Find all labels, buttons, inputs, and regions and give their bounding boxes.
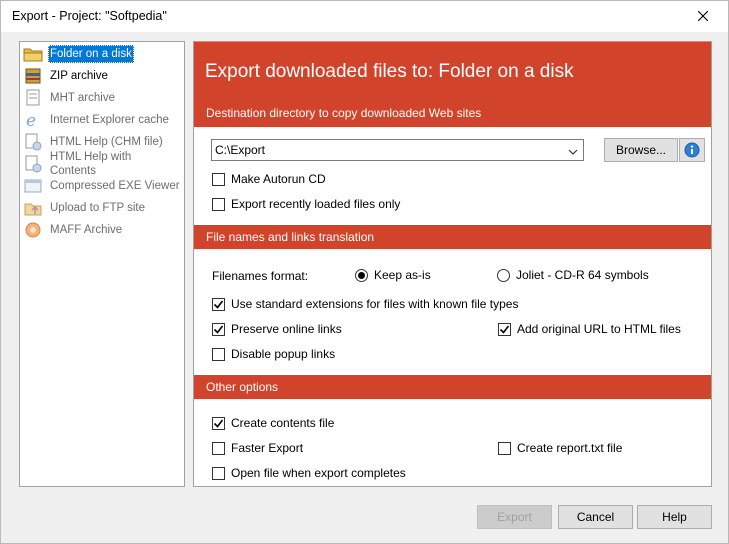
checkmark-icon <box>499 325 510 334</box>
html-help-icon <box>22 132 44 152</box>
add-url-label: Add original URL to HTML files <box>517 322 681 336</box>
checkbox-box <box>212 466 225 480</box>
other-options-section-band: Other options <box>194 375 711 399</box>
checkbox-box <box>212 322 225 336</box>
nav-item-zip-archive[interactable]: ZIP archive <box>22 66 182 86</box>
nav-item-ftp-upload[interactable]: Upload to FTP site <box>22 198 182 218</box>
nav-item-label: MHT archive <box>50 92 115 104</box>
html-help-contents-icon <box>22 154 44 174</box>
add-url-checkbox[interactable]: Add original URL to HTML files <box>498 322 681 336</box>
checkmark-icon <box>213 300 224 309</box>
nav-item-label: Compressed EXE Viewer <box>50 180 180 192</box>
nav-item-maff-archive[interactable]: MAFF Archive <box>22 220 182 240</box>
close-button[interactable] <box>681 4 725 28</box>
destination-path-value: C:\Export <box>215 143 266 157</box>
create-contents-label: Create contents file <box>231 416 335 430</box>
chevron-down-icon <box>568 145 578 159</box>
checkbox-box <box>212 297 225 311</box>
nav-item-folder-on-disk[interactable]: Folder on a disk <box>22 44 182 64</box>
nav-item-compressed-exe[interactable]: Compressed EXE Viewer <box>22 176 182 196</box>
nav-item-label: Folder on a disk <box>48 45 134 63</box>
standard-extensions-label: Use standard extensions for files with k… <box>231 297 519 311</box>
joliet-label: Joliet - CD-R 64 symbols <box>516 268 649 282</box>
other-options-section-label: Other options <box>206 380 279 394</box>
export-recent-checkbox[interactable]: Export recently loaded files only <box>212 197 400 211</box>
export-type-list: Folder on a disk ZIP archive MHT archive… <box>19 41 185 487</box>
create-report-label: Create report.txt file <box>517 441 623 455</box>
preserve-links-checkbox[interactable]: Preserve online links <box>212 322 342 336</box>
export-options-panel: Export downloaded files to: Folder on a … <box>193 41 712 487</box>
browse-button[interactable]: Browse... <box>604 138 678 162</box>
make-autorun-checkbox[interactable]: Make Autorun CD <box>212 172 326 186</box>
export-button[interactable]: Export <box>477 505 552 529</box>
close-icon <box>698 11 708 21</box>
create-contents-checkbox[interactable]: Create contents file <box>212 416 334 430</box>
checkmark-icon <box>213 325 224 334</box>
info-icon <box>684 142 700 158</box>
maff-archive-icon <box>22 220 44 240</box>
folder-icon <box>22 44 44 64</box>
nav-item-html-help-contents[interactable]: HTML Help with Contents <box>22 151 182 177</box>
page-title: Export downloaded files to: Folder on a … <box>205 61 574 82</box>
export-dialog: Export - Project: "Softpedia" Folder on … <box>0 0 729 544</box>
checkmark-icon <box>213 419 224 428</box>
svg-text:e: e <box>26 111 36 129</box>
keep-as-is-radio[interactable]: Keep as-is <box>355 268 431 282</box>
nav-item-mht-archive[interactable]: MHT archive <box>22 88 182 108</box>
nav-item-label: MAFF Archive <box>50 224 123 236</box>
joliet-radio[interactable]: Joliet - CD-R 64 symbols <box>497 268 649 282</box>
nav-item-ie-cache[interactable]: e Internet Explorer cache <box>22 110 182 130</box>
faster-export-label: Faster Export <box>231 441 304 455</box>
help-button[interactable]: Help <box>637 505 712 529</box>
checkbox-box <box>212 441 225 455</box>
filenames-section-band: File names and links translation <box>194 225 711 249</box>
checkbox-box <box>498 322 511 336</box>
keep-as-is-label: Keep as-is <box>374 268 431 282</box>
open-file-label: Open file when export completes <box>231 466 406 480</box>
cancel-button[interactable]: Cancel <box>558 505 633 529</box>
filenames-section-label: File names and links translation <box>206 230 375 244</box>
internet-explorer-icon: e <box>22 110 44 130</box>
destination-path-combo[interactable]: C:\Export <box>211 139 584 161</box>
radio-circle <box>497 268 510 282</box>
disable-popup-checkbox[interactable]: Disable popup links <box>212 347 335 361</box>
checkbox-box <box>498 441 511 455</box>
open-file-checkbox[interactable]: Open file when export completes <box>212 466 406 480</box>
checkbox-box <box>212 197 225 211</box>
title-bar: Export - Project: "Softpedia" <box>1 1 728 32</box>
ftp-upload-icon <box>22 198 44 218</box>
destination-section-label: Destination directory to copy downloaded… <box>206 106 482 120</box>
checkbox-box <box>212 347 225 361</box>
checkbox-box <box>212 416 225 430</box>
header-band: Export downloaded files to: Folder on a … <box>194 42 711 127</box>
radio-circle <box>355 268 368 282</box>
filenames-format-label: Filenames format: <box>212 269 309 283</box>
create-report-checkbox[interactable]: Create report.txt file <box>498 441 622 455</box>
disable-popup-label: Disable popup links <box>231 347 336 361</box>
window-title: Export - Project: "Softpedia" <box>12 9 167 23</box>
mht-archive-icon <box>22 88 44 108</box>
checkbox-box <box>212 172 225 186</box>
exe-viewer-icon <box>22 176 44 196</box>
zip-archive-icon <box>22 66 44 86</box>
nav-item-label: Internet Explorer cache <box>50 114 169 126</box>
export-recent-label: Export recently loaded files only <box>231 197 401 211</box>
nav-item-label: ZIP archive <box>50 70 108 82</box>
preserve-links-label: Preserve online links <box>231 322 342 336</box>
info-button[interactable] <box>679 138 705 162</box>
nav-item-label: Upload to FTP site <box>50 202 146 214</box>
make-autorun-label: Make Autorun CD <box>231 172 326 186</box>
faster-export-checkbox[interactable]: Faster Export <box>212 441 303 455</box>
standard-extensions-checkbox[interactable]: Use standard extensions for files with k… <box>212 297 518 311</box>
